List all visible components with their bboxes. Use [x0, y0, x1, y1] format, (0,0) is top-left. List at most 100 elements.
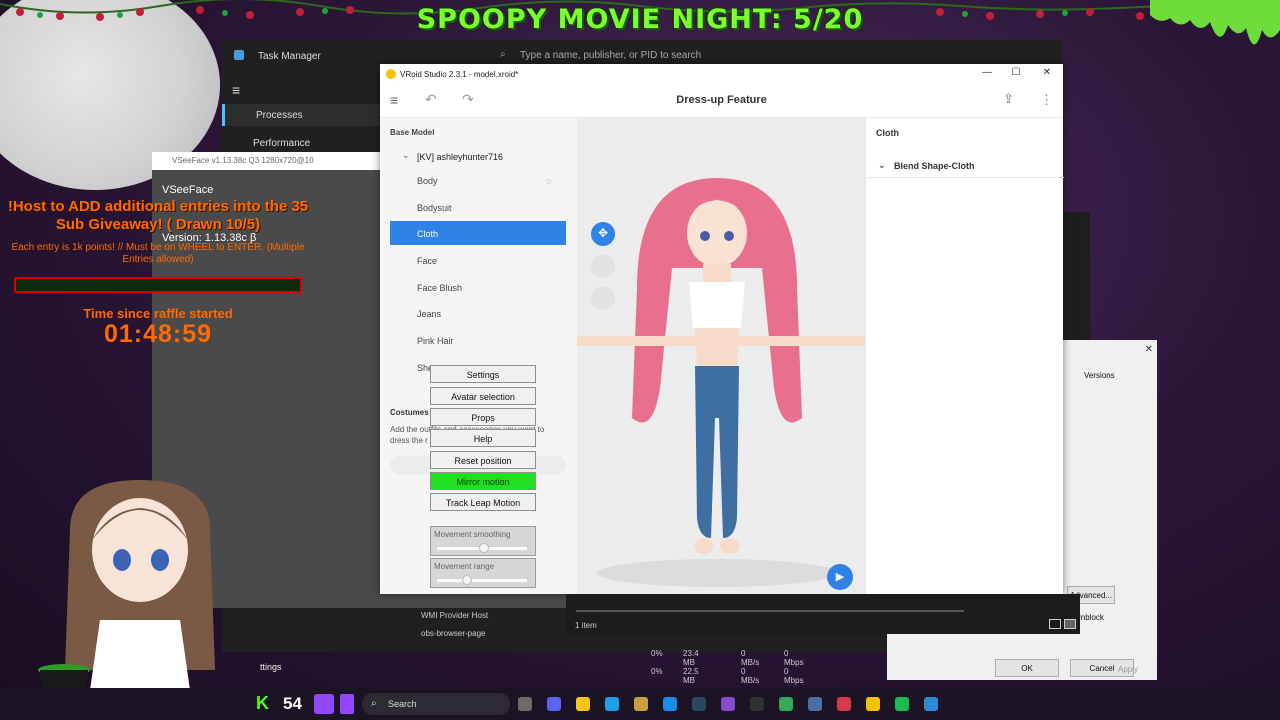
minimize-icon[interactable]: — — [973, 67, 1001, 81]
task-manager-search[interactable]: ⌕ Type a name, publisher, or PID to sear… — [492, 46, 822, 66]
taskbar-search[interactable]: ⌕ Search — [362, 693, 510, 715]
wowup-icon[interactable] — [721, 697, 735, 711]
giveaway-headline: !Host to ADD additional entries into the… — [7, 198, 309, 233]
movement-range-slider[interactable]: Movement range — [430, 558, 536, 588]
help-button[interactable]: Help — [430, 429, 536, 447]
ok-button[interactable]: OK — [995, 659, 1059, 677]
item-count: 1 item — [575, 621, 597, 630]
slider-handle[interactable] — [479, 543, 489, 553]
slider-label: Movement range — [434, 562, 495, 571]
giveaway-subtext: Each entry is 1k points! // Must be on W… — [11, 242, 305, 265]
more-icon[interactable]: ⋮ — [1040, 92, 1053, 108]
mem-value: 22.5 MB — [683, 667, 699, 685]
cpu-value: 0% — [651, 649, 663, 658]
search-placeholder: Type a name, publisher, or PID to search — [520, 50, 702, 61]
apply-button[interactable]: Apply — [1118, 665, 1138, 674]
list-item[interactable]: Bodysuit — [390, 195, 566, 219]
mirror-motion-button[interactable]: Mirror motion — [430, 472, 536, 490]
blend-shape-section[interactable]: ⌄ Blend Shape-Cloth — [866, 154, 1064, 178]
list-item[interactable]: Face — [390, 248, 566, 272]
vroid-logo-icon — [386, 69, 396, 79]
chevron-down-icon: ⌄ — [402, 150, 410, 160]
model-group[interactable]: ⌄ [KV] ashleyhunter716 — [390, 144, 566, 168]
wow-icon[interactable] — [634, 697, 648, 711]
settings-label-partial: ttings — [260, 662, 282, 672]
close-icon[interactable]: ✕ — [1145, 344, 1153, 355]
battlenet-icon[interactable] — [663, 697, 677, 711]
search-icon: ⌕ — [371, 698, 377, 709]
steam-icon[interactable] — [692, 697, 706, 711]
settings-button[interactable]: Settings — [430, 365, 536, 383]
slider-handle[interactable] — [462, 575, 472, 585]
nav-performance[interactable]: Performance — [222, 132, 382, 154]
list-item-selected[interactable]: Cloth — [390, 221, 566, 245]
disk-value: 0 MB/s — [741, 649, 760, 667]
task-manager-title: Task Manager — [258, 51, 321, 62]
raffle-timer: 01:48:59 — [103, 320, 213, 348]
task-manager-icon — [234, 50, 244, 60]
search-icon: ⌕ — [500, 49, 506, 60]
model-viewport[interactable]: ✥ ▶ — [577, 118, 865, 594]
taskbar: K 54 ⌕ Search — [0, 688, 1280, 720]
divider — [576, 610, 964, 612]
details-view-icon[interactable] — [1049, 619, 1061, 629]
props-button[interactable]: Props — [430, 408, 536, 426]
hamburger-icon[interactable]: ≡ — [232, 82, 240, 98]
item-label: Bodysuit — [417, 203, 452, 213]
edge-icon[interactable] — [605, 697, 619, 711]
nav-processes[interactable]: Processes — [222, 104, 382, 126]
viewer-count: 54 — [283, 694, 302, 713]
streamer-avatar — [65, 480, 215, 690]
avatar-selection-button[interactable]: Avatar selection — [430, 387, 536, 405]
movement-smoothing-slider[interactable]: Movement smoothing — [430, 526, 536, 556]
list-item[interactable]: Jeans — [390, 301, 566, 325]
twitch-icon — [314, 694, 334, 714]
mem-value: 23.4 MB — [683, 649, 699, 667]
task-view-icon[interactable] — [518, 697, 532, 711]
close-icon[interactable]: ✕ — [1033, 67, 1061, 81]
item-label: Cloth — [417, 229, 439, 239]
obs-icon[interactable] — [750, 697, 764, 711]
vroid-studio-window: VRoid Studio 2.3.1 - model.xroid* — ☐ ✕ … — [380, 64, 1064, 594]
avatar-model-figure — [577, 178, 865, 587]
panel-title: Cloth — [876, 128, 899, 138]
list-item[interactable]: Body ◌ — [390, 168, 566, 192]
slider-track — [437, 579, 527, 582]
play-icon[interactable]: ▶ — [827, 564, 853, 590]
reset-position-button[interactable]: Reset position — [430, 451, 536, 469]
blend-shape-label: Blend Shape-Cloth — [894, 161, 975, 171]
visibility-icon[interactable]: ◌ — [546, 176, 556, 186]
vroid-toolbar: ≡ ↶ ↷ Dress-up Feature ⇪ ⋮ — [380, 84, 1063, 118]
track-leap-motion-button[interactable]: Track Leap Motion — [430, 493, 536, 511]
twitch-bar-icon — [340, 694, 354, 714]
export-icon[interactable]: ⇪ — [1003, 91, 1014, 107]
model-group-label: [KV] ashleyhunter716 — [417, 152, 504, 162]
vseeface-name: VSeeFace — [162, 184, 214, 196]
photos-icon[interactable] — [924, 697, 938, 711]
giveaway-progress-bar — [14, 277, 302, 293]
page-title: Dress-up Feature — [676, 94, 767, 106]
raffle-timer-label: Time since raffle started — [83, 306, 233, 321]
vroid-icon[interactable] — [866, 697, 880, 711]
tab-versions[interactable]: Versions — [1084, 371, 1115, 380]
disk-value: 0 MB/s — [741, 667, 760, 685]
event-banner: SPOOPY MOVIE NIGHT: 5/20 — [416, 4, 864, 35]
chrome-icon[interactable] — [779, 697, 793, 711]
list-item[interactable]: Face Blush — [390, 275, 566, 299]
vseeface-icon[interactable] — [808, 697, 822, 711]
kick-icon: K — [256, 693, 269, 713]
slider-label: Movement smoothing — [434, 530, 511, 539]
process-name: WMI Provider Host — [421, 611, 489, 620]
slime-decoration — [1150, 0, 1280, 45]
item-label: Pink Hair — [417, 336, 454, 346]
discord-icon[interactable] — [547, 697, 561, 711]
maps-icon[interactable] — [837, 697, 851, 711]
file-explorer-icon[interactable] — [576, 697, 590, 711]
list-item[interactable]: Pink Hair — [390, 328, 566, 352]
tiles-view-icon[interactable] — [1064, 619, 1076, 629]
item-label: Body — [417, 176, 438, 186]
maximize-icon[interactable]: ☐ — [1002, 67, 1030, 81]
spotify-icon[interactable] — [895, 697, 909, 711]
chevron-down-icon: ⌄ — [878, 160, 886, 170]
vroid-title: VRoid Studio 2.3.1 - model.xroid* — [400, 70, 519, 79]
